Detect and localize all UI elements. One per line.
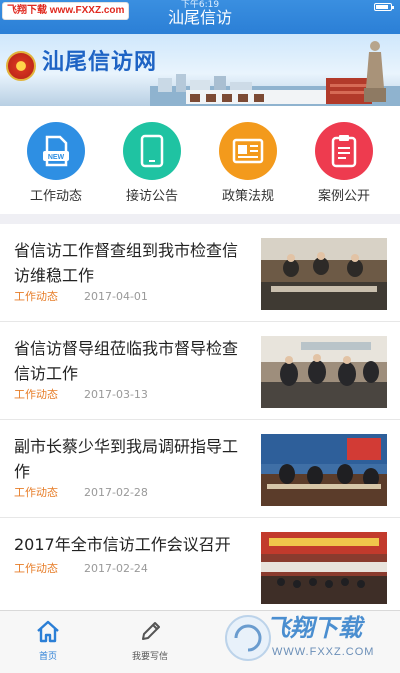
watermark-bottom-text: 飞翔下载 bbox=[266, 615, 362, 642]
list-item[interactable]: 2017年全市信访工作会议召开 工作动态 2017-02-24 bbox=[0, 518, 400, 609]
news-thumbnail bbox=[261, 336, 387, 408]
news-thumbnail bbox=[261, 532, 387, 604]
news-doc-icon: NEW bbox=[27, 122, 85, 180]
header-banner: 汕尾信访网 bbox=[0, 34, 400, 106]
tab-home[interactable]: 首页 bbox=[8, 617, 88, 663]
news-thumbnail bbox=[261, 434, 387, 506]
list-item[interactable]: 省信访工作督查组到我市检查信访维稳工作 工作动态 2017-04-01 bbox=[0, 224, 400, 322]
news-list: 省信访工作督查组到我市检查信访维稳工作 工作动态 2017-04-01 省信访督… bbox=[0, 224, 400, 609]
news-date: 2017-03-13 bbox=[84, 388, 148, 401]
quick-item-policy[interactable]: 政策法规 bbox=[200, 122, 296, 206]
newspaper-icon bbox=[219, 122, 277, 180]
home-icon bbox=[37, 620, 59, 643]
pencil-icon bbox=[142, 622, 160, 640]
list-item[interactable]: 副市长蔡少华到我局调研指导工作 工作动态 2017-02-28 bbox=[0, 420, 400, 518]
svg-text:NEW: NEW bbox=[48, 154, 65, 161]
news-title: 副市长蔡少华到我局调研指导工作 bbox=[14, 437, 239, 481]
news-category-tag: 工作动态 bbox=[14, 562, 58, 575]
quick-item-label: 案例公开 bbox=[317, 189, 370, 204]
quick-item-label: 接访公告 bbox=[125, 189, 178, 204]
quick-item-label: 工作动态 bbox=[29, 189, 82, 204]
list-item[interactable]: 省信访督导组莅临我市督导检查信访工作 工作动态 2017-03-13 bbox=[0, 322, 400, 420]
quick-item-announcement[interactable]: 接访公告 bbox=[104, 122, 200, 206]
tablet-icon bbox=[123, 122, 181, 180]
news-thumbnail bbox=[261, 238, 387, 310]
tab-write-letter[interactable]: 我要写信 bbox=[110, 617, 190, 663]
news-title: 2017年全市信访工作会议召开 bbox=[14, 535, 231, 554]
clipboard-icon bbox=[315, 122, 373, 180]
banner-title: 汕尾信访网 bbox=[42, 50, 158, 75]
quick-item-cases[interactable]: 案例公开 bbox=[296, 122, 392, 206]
quick-menu: NEW 工作动态 接访公告 政策法规 案例公开 bbox=[0, 106, 400, 214]
news-category-tag: 工作动态 bbox=[14, 388, 58, 401]
watermark-bottom-url: WWW.FXXZ.COM bbox=[272, 646, 375, 658]
national-emblem-icon bbox=[6, 51, 36, 81]
news-title: 省信访督导组莅临我市督导检查信访工作 bbox=[14, 339, 239, 383]
battery-icon bbox=[374, 3, 394, 11]
tab-label: 首页 bbox=[38, 652, 57, 662]
statue-image bbox=[364, 41, 386, 102]
news-category-tag: 工作动态 bbox=[14, 290, 58, 303]
tab-label: 我要写信 bbox=[131, 652, 168, 662]
section-divider bbox=[0, 214, 400, 224]
quick-item-label: 政策法规 bbox=[221, 189, 274, 204]
news-date: 2017-02-28 bbox=[84, 486, 148, 499]
quick-item-work-news[interactable]: NEW 工作动态 bbox=[8, 122, 104, 206]
news-title: 省信访工作督查组到我市检查信访维稳工作 bbox=[14, 241, 239, 285]
news-date: 2017-02-24 bbox=[84, 562, 148, 575]
watermark-top: 飞翔下载 www.FXXZ.com bbox=[2, 2, 130, 20]
news-category-tag: 工作动态 bbox=[14, 486, 58, 499]
news-date: 2017-04-01 bbox=[84, 290, 148, 303]
